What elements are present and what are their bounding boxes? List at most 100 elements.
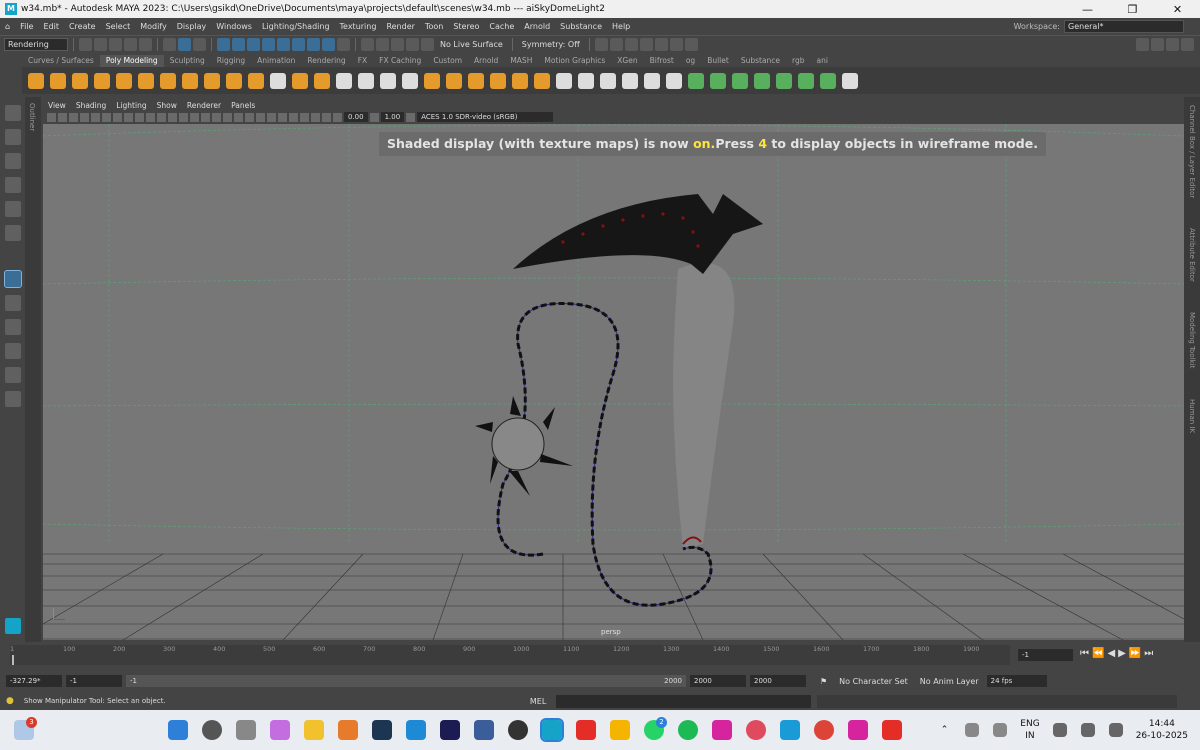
youtube-icon[interactable] bbox=[882, 720, 902, 740]
select-object-icon[interactable] bbox=[178, 38, 191, 51]
depth-of-field-icon[interactable] bbox=[289, 112, 298, 122]
shelf-tab-arnold[interactable]: Arnold bbox=[468, 55, 504, 67]
resolution-gate-icon[interactable] bbox=[135, 112, 144, 122]
gate-mask-icon[interactable] bbox=[146, 112, 155, 122]
menu-windows[interactable]: Windows bbox=[211, 22, 257, 31]
append-to-polygon-icon[interactable] bbox=[556, 72, 572, 89]
select-by-handle-icon[interactable] bbox=[217, 38, 230, 51]
mel-input[interactable] bbox=[556, 694, 812, 708]
attribute-editor-tab[interactable]: Attribute Editor bbox=[1188, 228, 1196, 282]
modeling-toolkit-icon[interactable] bbox=[1136, 38, 1149, 51]
target-weld-icon[interactable] bbox=[644, 72, 660, 89]
shelf-tab-custom[interactable]: Custom bbox=[427, 55, 468, 67]
close-button[interactable]: ✕ bbox=[1155, 3, 1200, 16]
tray-overflow-icon[interactable]: ⌃ bbox=[941, 724, 949, 736]
snap-curve-icon[interactable] bbox=[376, 38, 389, 51]
isolate-select-icon[interactable] bbox=[300, 112, 309, 122]
poly-cube-icon[interactable] bbox=[50, 72, 66, 89]
copilot-icon[interactable] bbox=[270, 720, 290, 740]
select-by-surface-icon[interactable] bbox=[262, 38, 275, 51]
davinci-icon[interactable] bbox=[508, 720, 528, 740]
instagram-icon[interactable] bbox=[712, 720, 732, 740]
lock-icon[interactable] bbox=[337, 38, 350, 51]
poly-helix-icon[interactable] bbox=[248, 72, 264, 89]
modeling-toolkit-tab[interactable]: Modeling Toolkit bbox=[1188, 312, 1196, 368]
menu-arnold[interactable]: Arnold bbox=[519, 22, 555, 31]
spherical-mapping-icon[interactable] bbox=[776, 72, 792, 89]
sketch-app-icon[interactable] bbox=[304, 720, 324, 740]
snap-grid-icon[interactable] bbox=[361, 38, 374, 51]
select-hierarchy-icon[interactable] bbox=[163, 38, 176, 51]
edge-icon[interactable] bbox=[406, 720, 426, 740]
whatsapp-icon[interactable]: 2 bbox=[644, 717, 667, 740]
redo-icon[interactable] bbox=[139, 38, 152, 51]
automatic-mapping-icon[interactable] bbox=[732, 72, 748, 89]
xray-icon[interactable] bbox=[311, 112, 320, 122]
planar-mapping-icon[interactable] bbox=[710, 72, 726, 89]
film-gate-icon[interactable] bbox=[124, 112, 133, 122]
character-set-dropdown[interactable]: No Character Set bbox=[835, 677, 912, 686]
time-ruler[interactable]: 1 100 200 300 400 500 600 700 800 900 10… bbox=[10, 645, 1010, 665]
scythe-blade[interactable] bbox=[513, 194, 763, 274]
search-icon[interactable] bbox=[202, 720, 222, 740]
unfold-uv-icon[interactable] bbox=[820, 72, 836, 89]
four-view-layout-icon[interactable] bbox=[4, 319, 21, 335]
select-by-misc-icon[interactable] bbox=[322, 38, 335, 51]
shelf-tab-animation[interactable]: Animation bbox=[251, 55, 301, 67]
menu-substance[interactable]: Substance bbox=[555, 22, 607, 31]
open-scene-icon[interactable] bbox=[94, 38, 107, 51]
render-settings-icon[interactable] bbox=[639, 38, 653, 51]
snap-point-icon[interactable] bbox=[391, 38, 404, 51]
xray-joints-icon[interactable] bbox=[322, 112, 331, 122]
arnold-render-view-icon[interactable] bbox=[669, 38, 683, 51]
grease-pencil-icon[interactable] bbox=[102, 112, 111, 122]
render-current-frame-icon[interactable] bbox=[609, 38, 623, 51]
make-live-icon[interactable] bbox=[421, 38, 434, 51]
outliner-icon[interactable] bbox=[4, 367, 21, 383]
shelf-tab-substance[interactable]: Substance bbox=[735, 55, 786, 67]
tool-settings-icon[interactable] bbox=[1166, 38, 1179, 51]
camera-attributes-icon[interactable] bbox=[58, 112, 67, 122]
select-by-curve-icon[interactable] bbox=[247, 38, 260, 51]
panel-menu-view[interactable]: View bbox=[43, 101, 71, 110]
shelf-tab-sculpting[interactable]: Sculpting bbox=[164, 55, 211, 67]
unreal-link-icon[interactable] bbox=[474, 720, 494, 740]
separate-icon[interactable] bbox=[446, 72, 462, 89]
poly-plane-icon[interactable] bbox=[138, 72, 154, 89]
weather-icon[interactable]: 3 bbox=[14, 717, 37, 740]
insert-edge-loop-icon[interactable] bbox=[600, 72, 616, 89]
color-management-icon[interactable] bbox=[406, 112, 416, 122]
panel-menu-panels[interactable]: Panels bbox=[226, 101, 260, 110]
field-chart-icon[interactable] bbox=[157, 112, 166, 122]
shelf-tab-mash[interactable]: MASH bbox=[504, 55, 538, 67]
menu-create[interactable]: Create bbox=[64, 22, 101, 31]
panel-menu-shading[interactable]: Shading bbox=[71, 101, 111, 110]
select-camera-icon[interactable] bbox=[47, 112, 56, 122]
cylindrical-mapping-icon[interactable] bbox=[754, 72, 770, 89]
gamma-field[interactable]: 1.00 bbox=[380, 112, 405, 122]
mel-label[interactable]: MEL bbox=[526, 697, 550, 706]
pause-icon[interactable] bbox=[684, 38, 698, 51]
select-by-deformer-icon[interactable] bbox=[277, 38, 290, 51]
exposure-icon[interactable] bbox=[333, 112, 342, 122]
single-perspective-layout-icon[interactable] bbox=[4, 295, 21, 311]
file-explorer-icon[interactable] bbox=[610, 720, 630, 740]
camera-based-mapping-icon[interactable] bbox=[798, 72, 814, 89]
app-s-icon[interactable] bbox=[746, 720, 766, 740]
range-slider[interactable]: -1 2000 bbox=[126, 675, 686, 687]
default-material-icon[interactable] bbox=[201, 112, 210, 122]
multi-cut-icon[interactable] bbox=[402, 72, 418, 89]
motion-blur-icon[interactable] bbox=[267, 112, 276, 122]
playback-end-field[interactable]: 2000 bbox=[750, 675, 806, 687]
battery-icon[interactable] bbox=[1108, 723, 1123, 737]
snap-view-plane-icon[interactable] bbox=[406, 38, 419, 51]
poly-gear-icon[interactable] bbox=[314, 72, 330, 89]
task-view-icon[interactable] bbox=[236, 720, 256, 740]
select-by-dynamics-icon[interactable] bbox=[292, 38, 305, 51]
shelf-tab-og[interactable]: og bbox=[680, 55, 701, 67]
uv-editor-icon[interactable] bbox=[688, 72, 704, 89]
minimize-button[interactable]: — bbox=[1065, 3, 1110, 16]
persp-outliner-layout-icon[interactable] bbox=[4, 343, 21, 359]
menu-edit[interactable]: Edit bbox=[38, 22, 64, 31]
mirror-icon[interactable] bbox=[468, 72, 484, 89]
